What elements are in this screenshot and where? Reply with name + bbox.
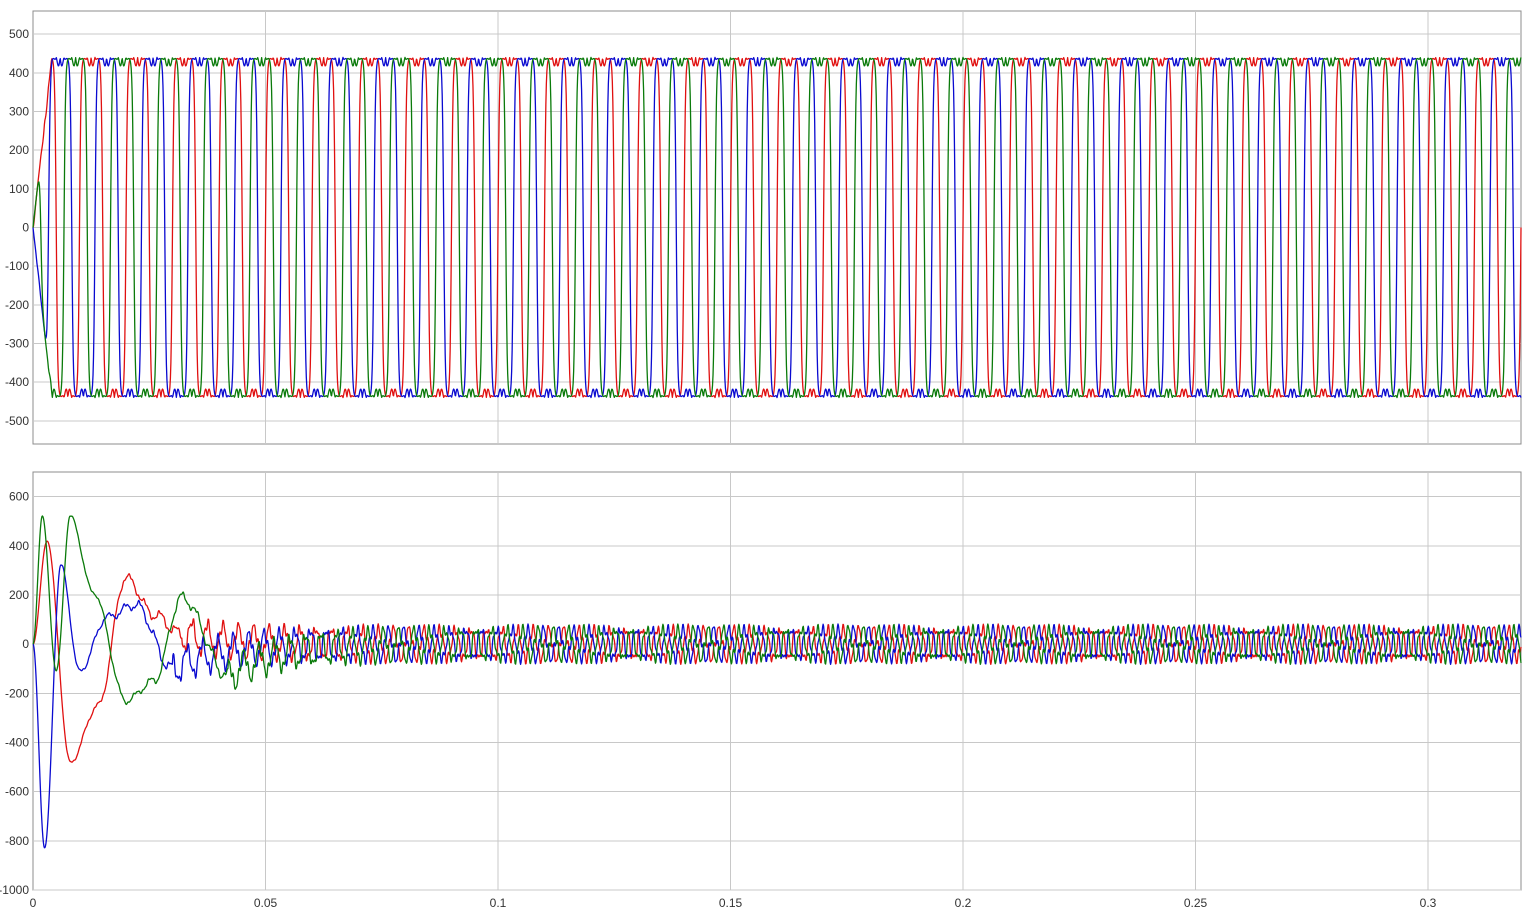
y-tick-label: -1000 <box>0 883 29 897</box>
x-tick-label: 0.25 <box>1184 896 1208 910</box>
scope-chart: 500 400 300 200 100 0 -100 -200 -300 -400 -500 0 0.0… <box>0 10 1522 910</box>
y-tick-label: 0 <box>22 637 29 651</box>
y-tick-label: -200 <box>5 298 29 312</box>
x-tick-label: 0.3 <box>1420 896 1437 910</box>
y-tick-label: 400 <box>9 539 29 553</box>
y-tick-label: 0 <box>22 221 29 235</box>
y-tick-label: 400 <box>9 66 29 80</box>
y-tick-label: 600 <box>9 490 29 504</box>
y-tick-label: 500 <box>9 27 29 41</box>
x-tick-label: 0.15 <box>719 896 743 910</box>
y-tick-label: 200 <box>9 588 29 602</box>
y-tick-label: 100 <box>9 182 29 196</box>
x-tick-label: 0.2 <box>955 896 972 910</box>
y-tick-label: -300 <box>5 336 29 350</box>
x-tick-label: 0 <box>30 896 37 910</box>
axes-2: 0 0.05 0.1 0.15 0.2 0.25 0.3 600 400 200 0 -200 -400… <box>0 471 1522 910</box>
y-tick-label: -600 <box>5 785 29 799</box>
y-tick-label: -500 <box>5 414 29 428</box>
y-tick-label: -100 <box>5 259 29 273</box>
y-tick-label: 200 <box>9 143 29 157</box>
y-tick-label: -800 <box>5 834 29 848</box>
x-tick-label: 0.1 <box>490 896 507 910</box>
y-tick-label: -400 <box>5 735 29 749</box>
x-tick-label: 0.05 <box>254 896 278 910</box>
y-tick-label: -200 <box>5 686 29 700</box>
plot-area <box>32 471 1522 891</box>
y-tick-label: -400 <box>5 375 29 389</box>
axes-1: 500 400 300 200 100 0 -100 -200 -300 -400 -500 <box>5 10 1522 445</box>
y-tick-label: 300 <box>9 105 29 119</box>
